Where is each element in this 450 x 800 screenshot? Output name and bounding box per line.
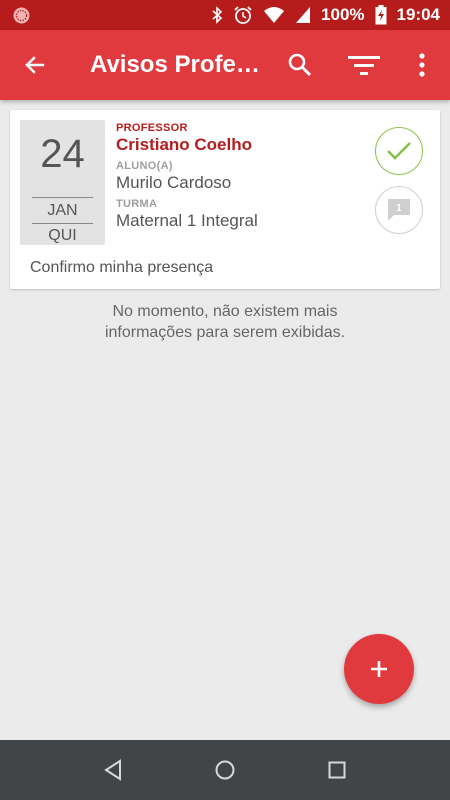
professor-label: PROFESSOR [116,122,188,134]
nav-recent-button[interactable] [307,740,367,800]
empty-state-line-1: No momento, não existem mais [112,303,338,320]
app-bar: Avisos Profe… [0,30,450,100]
class-name: Maternal 1 Integral [116,211,258,230]
class-label: TURMA [116,198,158,210]
bluetooth-icon [212,6,223,24]
notice-message: Confirmo minha presença [30,259,214,276]
empty-state-message: No momento, não existem mais informações… [0,301,450,343]
date-divider [32,223,93,224]
comment-count: 1 [396,203,402,214]
comments-button[interactable]: 1 [375,186,423,234]
comment-icon: 1 [388,199,410,221]
more-vert-icon [419,53,425,77]
triangle-back-icon [104,759,121,781]
plus-icon [371,661,387,677]
student-name: Murilo Cardoso [116,173,232,192]
student-label: ALUNO(A) [116,160,173,172]
signal-icon [296,7,311,23]
notice-info: PROFESSOR Cristiano Coelho ALUNO(A) Muri… [116,122,258,231]
notice-card[interactable]: 24 JAN QUI PROFESSOR Cristiano Coelho AL… [10,110,440,289]
date-weekday: QUI [48,227,77,244]
square-recent-icon [328,761,346,779]
status-icons: 100% 19:04 [211,0,440,30]
search-icon [288,53,312,77]
search-button[interactable] [276,30,324,100]
alarm-icon [234,6,252,24]
wifi-icon [264,7,285,23]
date-box: 24 JAN QUI [20,120,105,245]
check-icon [387,142,411,160]
filter-button[interactable] [340,30,388,100]
battery-charging-icon [375,5,387,25]
professor-name: Cristiano Coelho [116,135,253,154]
app-notification-icon [13,7,30,24]
battery-percentage: 100% [321,5,365,24]
circle-home-icon [215,760,235,780]
clock: 19:04 [396,5,440,24]
date-day: 24 [40,132,85,176]
add-notice-button[interactable] [344,634,414,704]
filter-icon [348,56,380,75]
nav-back-button[interactable] [83,740,143,800]
status-bar: 100% 19:04 [0,0,450,30]
page-title: Avisos Profe… [90,51,260,78]
more-options-button[interactable] [398,30,446,100]
confirm-button[interactable] [375,127,423,175]
date-divider [32,197,93,198]
back-button[interactable] [11,30,59,100]
date-month: JAN [47,202,78,219]
system-nav-bar [0,740,450,800]
nav-home-button[interactable] [195,740,255,800]
empty-state-line-2: informações para serem exibidas. [104,324,346,341]
arrow-back-icon [25,56,45,74]
